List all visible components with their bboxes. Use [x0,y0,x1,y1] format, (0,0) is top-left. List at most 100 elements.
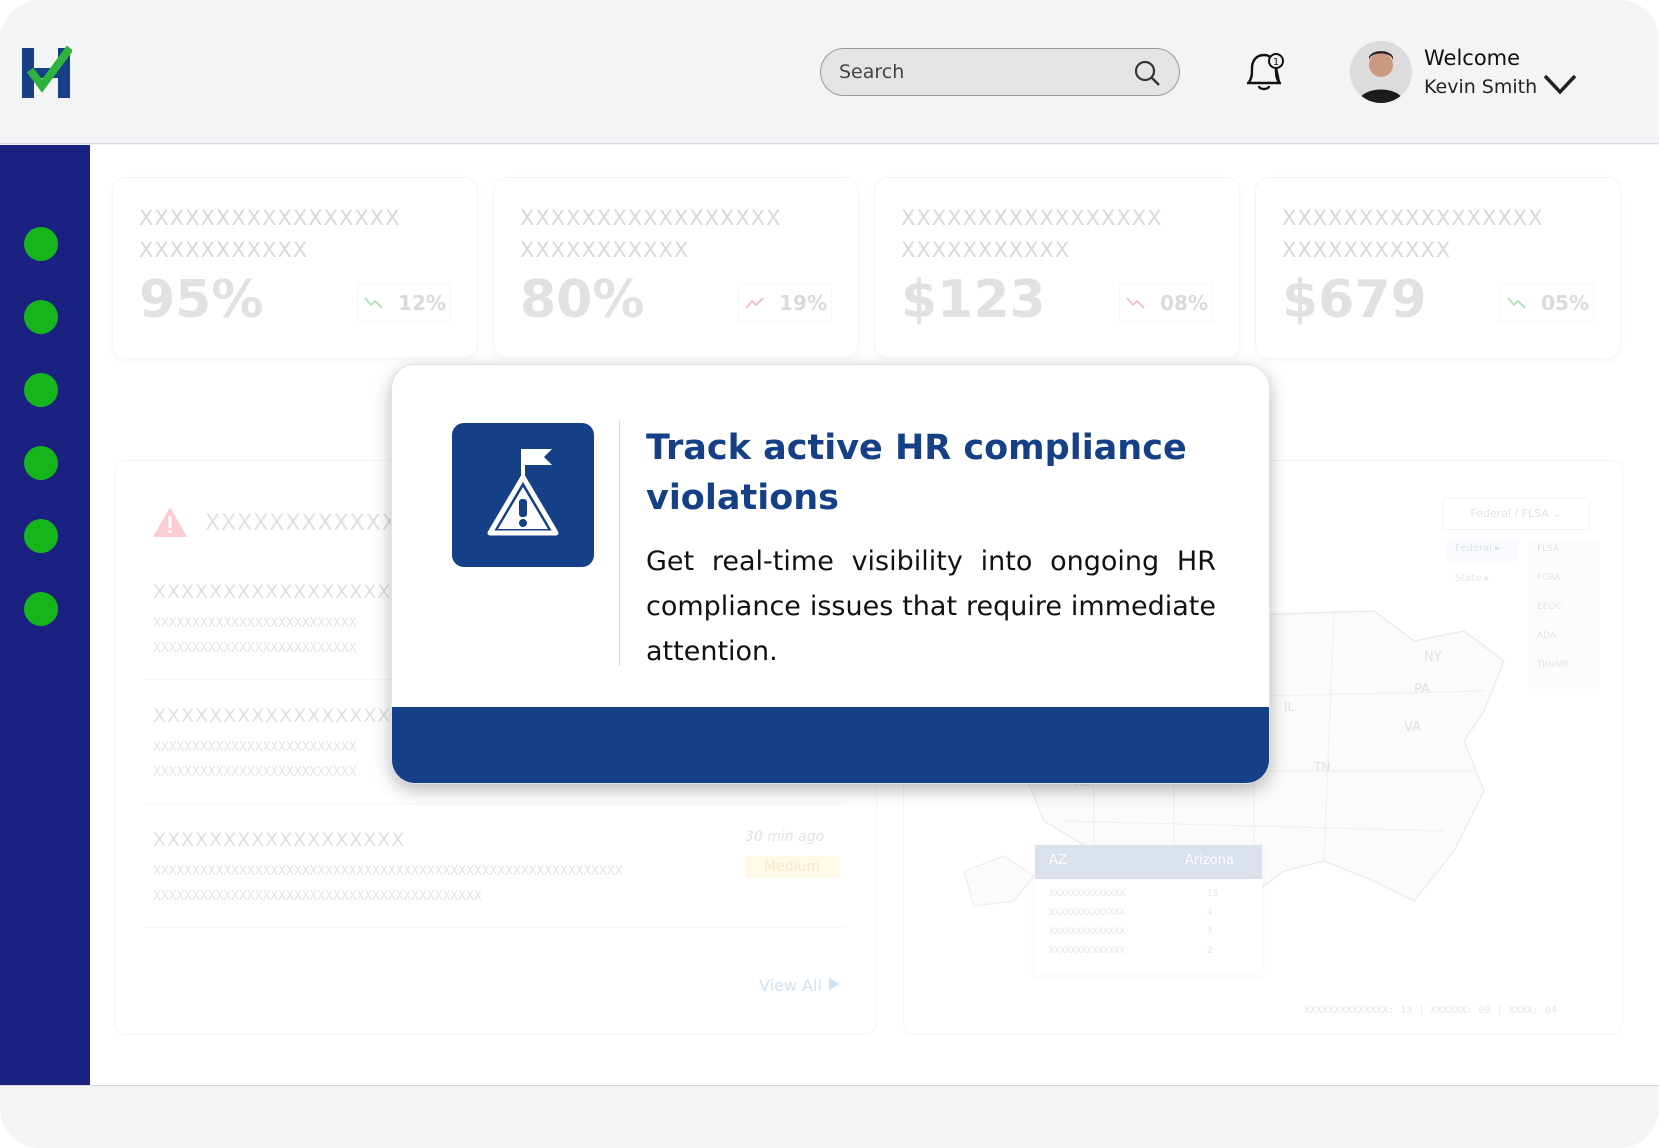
trend-down-icon [1507,297,1526,309]
stat-sublabel: XXXXXXXXXXX [1282,238,1452,262]
stat-change-value: 05% [1541,291,1589,315]
stat-change-badge: 05% [1500,284,1594,322]
stat-change-value: 19% [779,291,827,315]
tooltip-row-value: 7 [1207,927,1213,937]
divider [145,927,845,928]
regulation-submenu: FLSA FCRA EEOC ADA TitleVII [1529,539,1599,689]
tooltip-row-label: XXXXXXXXXXXXXX [1049,946,1125,956]
state-tooltip: AZ Arizona XXXXXXXXXXXXXX 13 XXXXXXXXXXXX… [1035,845,1262,975]
trend-up-icon [745,297,764,309]
stat-change-badge: 12% [357,284,451,322]
feature-modal: Track active HR compliance violations Ge… [391,364,1270,784]
sidebar-item-2[interactable] [24,300,58,334]
state-label-pa: PA [1414,682,1430,697]
view-all-link[interactable]: View All [759,976,841,995]
user-name: Kevin Smith [1424,76,1538,98]
stat-card[interactable]: XXXXXXXXXXXXXXXXX XXXXXXXXXXX $123 08% [874,177,1240,359]
tooltip-row-label: XXXXXXXXXXXXXX [1049,927,1125,937]
tooltip-row: XXXXXXXXXXXXXX 7 [1049,923,1248,942]
tooltip-header: AZ Arizona [1035,845,1262,879]
modal-footer-bar [392,707,1269,783]
stat-value: 95% [139,270,264,330]
chevron-down-icon[interactable] [1542,72,1578,96]
search-icon[interactable] [1133,59,1161,87]
stat-change-value: 08% [1160,291,1208,315]
jurisdiction-filter-dropdown[interactable]: Federal / FLSA ⌄ [1442,498,1590,530]
modal-description: Get real-time visibility into ongoing HR… [646,546,1216,667]
stat-card[interactable]: XXXXXXXXXXXXXXXXX XXXXXXXXXXX $679 05% [1255,177,1621,359]
stat-label: XXXXXXXXXXXXXXXXX [139,206,401,230]
severity-badge: Medium [745,856,839,878]
divider [145,803,845,804]
tooltip-row-value: 13 [1207,889,1218,899]
list-item-text: XXXXXXXXXXXXXXXXXXXXXXXXXX [153,616,357,631]
tooltip-state-code: AZ [1049,853,1067,868]
modal-title: Track active HR compliance violations [646,428,1187,518]
list-item-title: XXXXXXXXXXXXXXXXXX [153,829,406,851]
stat-sublabel: XXXXXXXXXXX [901,238,1071,262]
state-label-il: IL [1284,700,1295,714]
tooltip-row-value: 4 [1207,908,1213,918]
tooltip-row: XXXXXXXXXXXXXX 4 [1049,904,1248,923]
sidebar-item-4[interactable] [24,446,58,480]
notification-bell-icon[interactable]: 1 [1240,46,1288,96]
company-logo[interactable] [20,44,72,100]
filter-label: Federal / FLSA [1470,507,1549,520]
warning-triangle-icon [153,507,187,537]
state-label-va: VA [1404,720,1421,735]
menu-item-eeoc[interactable]: EEOC [1529,597,1599,626]
user-avatar[interactable] [1350,41,1412,103]
menu-item-titlevii[interactable]: TitleVII [1529,655,1599,684]
stat-change-badge: 08% [1119,284,1213,322]
stat-sublabel: XXXXXXXXXXX [139,238,309,262]
list-item-text: XXXXXXXXXXXXXXXXXXXXXXXXXX [153,740,357,755]
menu-item-ada[interactable]: ADA [1529,626,1599,655]
user-avatar-icon [1350,41,1412,103]
sidebar-item-6[interactable] [24,592,58,626]
stat-card[interactable]: XXXXXXXXXXXXXXXXX XXXXXXXXXXX 95% 12% [112,177,478,359]
search-input[interactable] [839,59,1119,85]
app-frame: 1 Welcome Kevin Smith XXXXXXXXX [0,0,1659,1148]
sidebar [0,145,90,1085]
tooltip-state-name: Arizona [1185,853,1234,868]
tooltip-rows: XXXXXXXXXXXXXX 13 XXXXXXXXXXXXXX 4 XXXXXXX… [1035,879,1262,967]
stat-label: XXXXXXXXXXXXXXXXX [1282,206,1544,230]
stat-value: $123 [901,270,1046,330]
trend-down-icon [1126,297,1145,309]
stat-value: 80% [520,270,645,330]
list-item-title: XXXXXXXXXXXXXXXXXX [153,581,406,603]
top-header: 1 Welcome Kevin Smith [0,0,1659,144]
list-item-time: 30 min ago [745,829,825,845]
stat-value: $679 [1282,270,1427,330]
menu-item-flsa[interactable]: FLSA [1529,539,1599,568]
sidebar-item-1[interactable] [24,227,58,261]
welcome-label: Welcome [1424,46,1521,70]
list-item-text: XXXXXXXXXXXXXXXXXXXXXXXXXX [153,641,357,656]
tooltip-row-label: XXXXXXXXXXXXXX [1049,908,1125,918]
stat-label: XXXXXXXXXXXXXXXXX [520,206,782,230]
tooltip-row-value: 2 [1207,946,1213,956]
panel-title: XXXXXXXXXXXX [205,511,398,536]
tooltip-row: XXXXXXXXXXXXXX 2 [1049,942,1248,961]
stat-sublabel: XXXXXXXXXXX [520,238,690,262]
list-item-text: XXXXXXXXXXXXXXXXXXXXXXXXXX [153,765,357,780]
tooltip-row-label: XXXXXXXXXXXXXX [1049,889,1125,899]
view-all-label: View All [759,976,822,995]
list-item-text: XXXXXXXXXXXXXXXXXXXXXXXXXXXXXXXXXXXXXXXX… [153,864,623,879]
stat-change-badge: 19% [738,284,832,322]
map-legend: XXXXXXXXXXXXXX: 13 | XXXXXX: 09 | XXXX: … [1304,1005,1557,1016]
modal-icon-box [452,423,594,567]
menu-item-state[interactable]: State ▸ [1447,569,1519,591]
list-item-title: XXXXXXXXXXXXXXXXXX [153,705,406,727]
state-label-tn: TN [1313,760,1330,774]
menu-item-fcra[interactable]: FCRA [1529,568,1599,597]
search-bar [820,48,1180,96]
modal-divider [619,421,620,666]
bottom-bar [0,1085,1659,1148]
stat-card[interactable]: XXXXXXXXXXXXXXXXX XXXXXXXXXXX 80% 19% [493,177,859,359]
menu-item-federal[interactable]: Federal ▸ [1447,539,1519,561]
stat-label: XXXXXXXXXXXXXXXXX [901,206,1163,230]
sidebar-item-5[interactable] [24,519,58,553]
sidebar-item-3[interactable] [24,373,58,407]
stat-change-value: 12% [398,291,446,315]
